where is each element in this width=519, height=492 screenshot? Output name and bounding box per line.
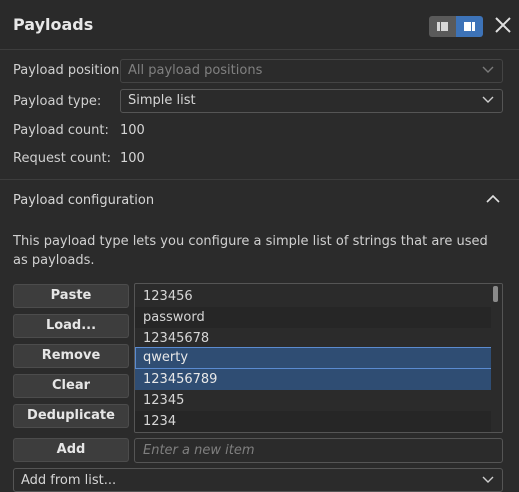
payload-position-select: All payload positions <box>120 59 503 83</box>
list-item[interactable]: 123456 <box>135 286 492 307</box>
chevron-down-icon <box>482 66 494 73</box>
payload-position-value: All payload positions <box>128 63 263 78</box>
chevron-down-icon <box>482 476 494 483</box>
panel-header: Payloads <box>0 0 519 50</box>
payload-type-select[interactable]: Simple list <box>120 89 503 113</box>
payload-type-value: Simple list <box>128 93 196 108</box>
list-item[interactable]: 1234 <box>135 411 492 432</box>
payload-list[interactable]: 123456 password 12345678 qwerty 12345678… <box>134 283 503 433</box>
chevron-down-icon <box>482 96 494 103</box>
panel-layout-icon[interactable] <box>456 16 483 37</box>
new-item-field[interactable] <box>134 438 503 463</box>
panel-title: Payloads <box>13 15 94 34</box>
layout-toggle[interactable] <box>429 16 483 37</box>
list-scrollbar[interactable] <box>491 284 502 432</box>
add-from-list-select[interactable]: Add from list... <box>13 468 503 492</box>
section-divider <box>0 179 519 180</box>
chevron-up-icon[interactable] <box>486 193 500 205</box>
load-button[interactable]: Load... <box>13 314 129 338</box>
paste-button[interactable]: Paste <box>13 284 129 308</box>
remove-button[interactable]: Remove <box>13 344 129 368</box>
payload-position-label: Payload position: <box>13 63 124 78</box>
payloads-panel: Payloads Payload position: All payload p… <box>0 0 519 492</box>
payload-type-label: Payload type: <box>13 94 102 109</box>
add-button[interactable]: Add <box>13 438 129 462</box>
list-item[interactable]: 12345 <box>135 390 492 411</box>
list-item-selected[interactable]: 123456789 <box>135 369 492 390</box>
close-icon[interactable] <box>493 13 513 37</box>
request-count-value: 100 <box>120 151 145 166</box>
payload-configuration-description: This payload type lets you configure a s… <box>13 234 488 268</box>
list-scrollbar-thumb[interactable] <box>493 286 498 302</box>
payload-count-value: 100 <box>120 123 145 138</box>
list-item[interactable]: password <box>135 307 492 328</box>
deduplicate-button[interactable]: Deduplicate <box>13 404 129 428</box>
new-item-input[interactable] <box>135 439 502 462</box>
payload-count-label: Payload count: <box>13 123 109 138</box>
payload-configuration-title: Payload configuration <box>13 193 155 208</box>
list-layout-icon[interactable] <box>429 16 456 37</box>
clear-button[interactable]: Clear <box>13 374 129 398</box>
request-count-label: Request count: <box>13 151 111 166</box>
list-item[interactable]: 12345678 <box>135 328 492 349</box>
list-item-selected[interactable]: qwerty <box>135 347 492 369</box>
add-from-list-label: Add from list... <box>21 473 117 488</box>
